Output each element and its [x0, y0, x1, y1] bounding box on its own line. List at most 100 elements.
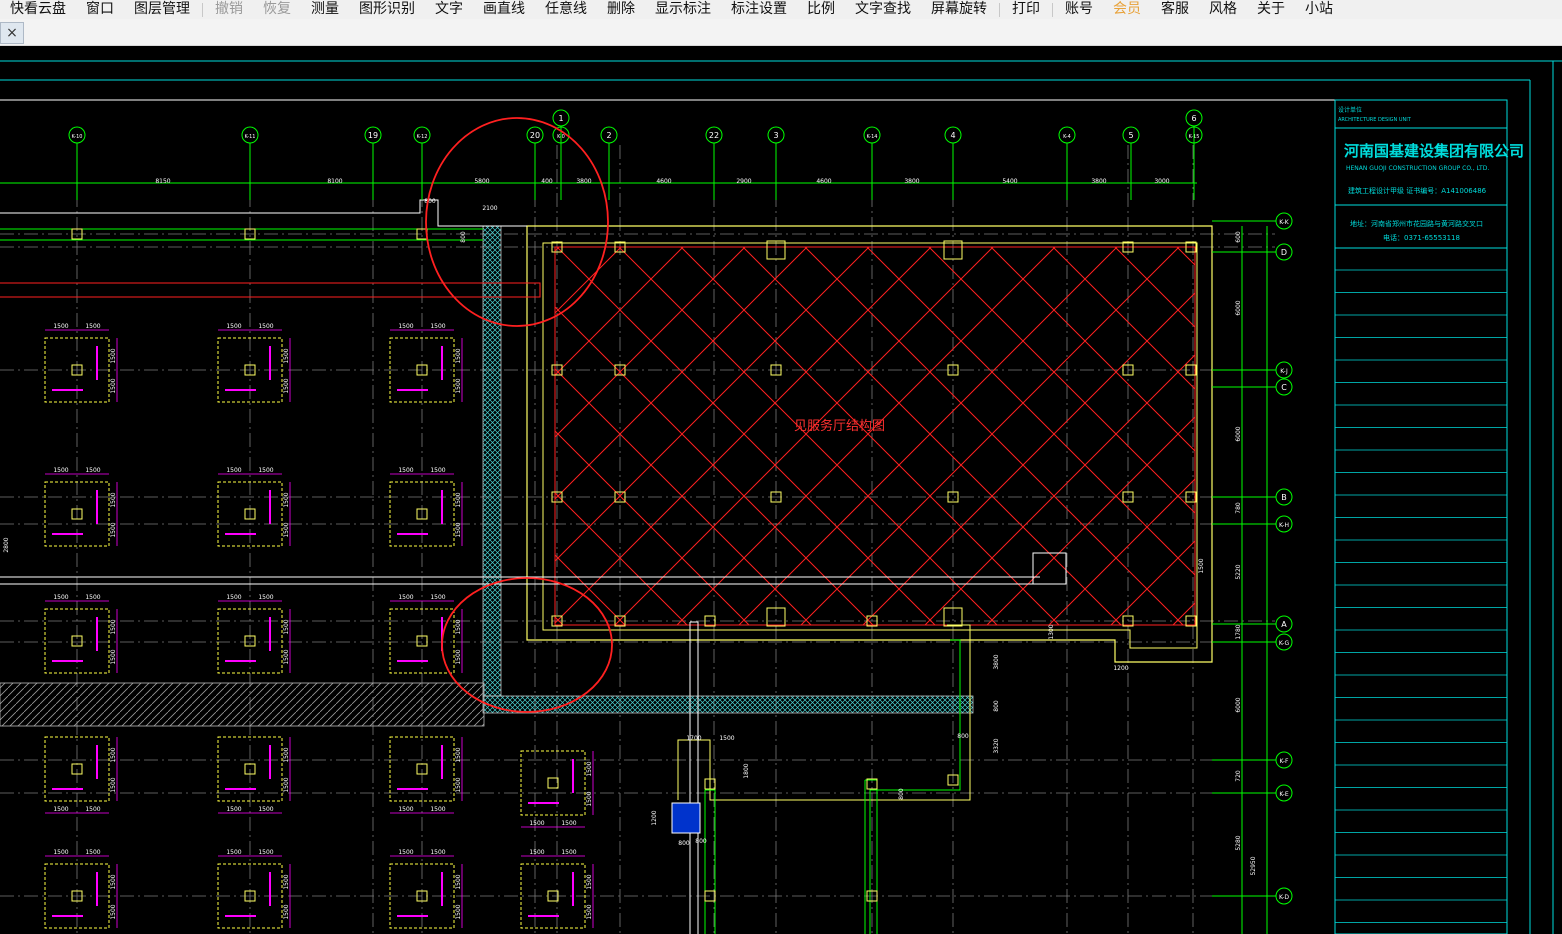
menu-item-8[interactable]: 画直线 — [473, 0, 535, 19]
menu-item-22[interactable]: 小站 — [1295, 0, 1343, 19]
menu-item-14[interactable]: 文字查找 — [845, 0, 921, 19]
footing: 1500 1500 1500 1500 — [44, 736, 118, 814]
menu-item-17[interactable]: 账号 — [1055, 0, 1103, 19]
menu-item-13[interactable]: 比例 — [797, 0, 845, 19]
footing-dim-text: 1500 — [258, 467, 273, 474]
footing-dim-text: 1500 — [283, 619, 290, 634]
menu-item-7[interactable]: 文字 — [425, 0, 473, 19]
footing-dim-text: 1500 — [258, 849, 273, 856]
footing-dim-text: 1500 — [226, 594, 241, 601]
menu-item-2[interactable]: 图层管理 — [124, 0, 200, 19]
footing-dim-text: 1500 — [85, 594, 100, 601]
service-hall-label: 见服务厅结构图 — [794, 418, 885, 434]
right-dim-text: 6000 — [1235, 697, 1242, 712]
footing-dim-text: 1500 — [586, 761, 593, 776]
footing-dim-text: 1500 — [455, 777, 462, 792]
footing: 1500 1500 1500 1500 — [389, 467, 463, 547]
menu-item-21[interactable]: 关于 — [1247, 0, 1295, 19]
top-dim-text: 3800 — [576, 178, 591, 185]
right-dim-text: 6000 — [1235, 426, 1242, 441]
top-dim-text: 5400 — [1002, 178, 1017, 185]
footing-dim-text: 1500 — [398, 849, 413, 856]
footing-dim-text: 1500 — [561, 849, 576, 856]
footing-dim-text: 1500 — [226, 323, 241, 330]
misc-dim-text: 2100 — [482, 205, 497, 212]
menu-item-18[interactable]: 会员 — [1103, 0, 1151, 19]
top-dim-text: 4600 — [816, 178, 831, 185]
footing-dim-text: 1500 — [455, 378, 462, 393]
menu-item-16[interactable]: 打印 — [1002, 0, 1050, 19]
footing: 1500 1500 1500 1500 — [44, 849, 118, 929]
footing-dim-text: 1500 — [430, 467, 445, 474]
menu-separator — [202, 2, 203, 17]
footing: 1500 1500 1500 1500 — [217, 849, 291, 929]
footing-dim-text: 1500 — [85, 467, 100, 474]
axis-label-top: 6 — [1191, 114, 1196, 123]
menu-item-4[interactable]: 恢复 — [253, 0, 301, 19]
footing-dim-text: 1500 — [455, 649, 462, 664]
axis-bubbles-right: K-K D K-J C B K-H A K-G K-F K-E K-D — [1212, 212, 1293, 905]
menu-item-15[interactable]: 屏幕旋转 — [921, 0, 997, 19]
footing-dim-text: 1500 — [430, 806, 445, 813]
axis-label-right: C — [1281, 383, 1287, 392]
footing-dim-text: 1500 — [258, 323, 273, 330]
cad-drawing-canvas[interactable]: 设计单位 ARCHITECTURE DESIGN UNIT 河南国基建设集团有限… — [0, 46, 1562, 934]
footing-dim-text: 1500 — [430, 849, 445, 856]
top-dimension-line: 8150 8100 5800 400 3800 4600 2900 4600 3800 5400 3… — [0, 178, 1197, 185]
footing: 1500 1500 1500 1500 — [217, 323, 291, 403]
menu-item-12[interactable]: 标注设置 — [721, 0, 797, 19]
axis-label-top: 2 — [606, 131, 611, 140]
misc-dim-text: 1800 — [743, 763, 750, 778]
footing-dim-text: 1500 — [398, 323, 413, 330]
footing-dim-text: 1500 — [398, 594, 413, 601]
axis-label-right: K-K — [1279, 219, 1289, 226]
top-dim-text: 3800 — [904, 178, 919, 185]
footing-dim-text: 1500 — [110, 777, 117, 792]
axis-label-top: K-14 — [867, 134, 878, 140]
axis-label-top: K-11 — [245, 134, 256, 140]
footing-dim-text: 1500 — [110, 874, 117, 889]
axis-label-top: 3 — [773, 131, 778, 140]
footing-dim-text: 1500 — [110, 649, 117, 664]
footing-dim-text: 1500 — [85, 849, 100, 856]
menu-item-3[interactable]: 撤销 — [205, 0, 253, 19]
axis-label-right: K-J — [1280, 368, 1288, 375]
axis-label-right: K-H — [1279, 522, 1289, 529]
footing-dim-text: 1500 — [430, 594, 445, 601]
right-dim-text: 52950 — [1250, 856, 1257, 875]
footing-dim-text: 1500 — [398, 467, 413, 474]
footing-dim-text: 1500 — [53, 806, 68, 813]
footing: 1500 1500 1500 1500 — [44, 594, 118, 674]
axis-label-top: K-12 — [417, 134, 428, 140]
footing: 1500 1500 1500 1500 — [217, 594, 291, 674]
top-dim-text: 3000 — [1154, 178, 1169, 185]
top-dim-text: 4600 — [656, 178, 671, 185]
menu-item-10[interactable]: 删除 — [597, 0, 645, 19]
menu-item-5[interactable]: 测量 — [301, 0, 349, 19]
misc-dim-text: 800 — [993, 700, 1000, 712]
close-tab-button[interactable]: × — [0, 22, 24, 44]
tab-bar: × — [0, 19, 1562, 46]
menu-item-11[interactable]: 显示标注 — [645, 0, 721, 19]
misc-dim-text: 800 — [678, 840, 690, 847]
menu-item-20[interactable]: 风格 — [1199, 0, 1247, 19]
footing-dim-text: 1500 — [85, 806, 100, 813]
footing-dim-text: 1500 — [455, 619, 462, 634]
axis-label-right: D — [1281, 248, 1287, 257]
footing-dim-text: 1500 — [455, 522, 462, 537]
footing: 1500 1500 1500 1500 — [44, 323, 118, 403]
menu-item-6[interactable]: 图形识别 — [349, 0, 425, 19]
misc-dim-text: 1300 — [1048, 624, 1055, 639]
top-dim-text: 8100 — [327, 178, 342, 185]
axis-label-top: K-4 — [1063, 134, 1071, 140]
menu-item-0[interactable]: 快看云盘 — [0, 0, 76, 19]
top-dim-text: 2900 — [736, 178, 751, 185]
footing-dim-text: 1500 — [226, 806, 241, 813]
footing-dim-text: 1500 — [110, 904, 117, 919]
menu-item-1[interactable]: 窗口 — [76, 0, 124, 19]
isolated-footings: 1500 1500150015001500 1500150015001500 1500… — [44, 323, 594, 929]
menu-item-9[interactable]: 任意线 — [535, 0, 597, 19]
misc-dim-text: 1200 — [1113, 665, 1128, 672]
right-dim-text: 1780 — [1235, 624, 1242, 639]
menu-item-19[interactable]: 客服 — [1151, 0, 1199, 19]
